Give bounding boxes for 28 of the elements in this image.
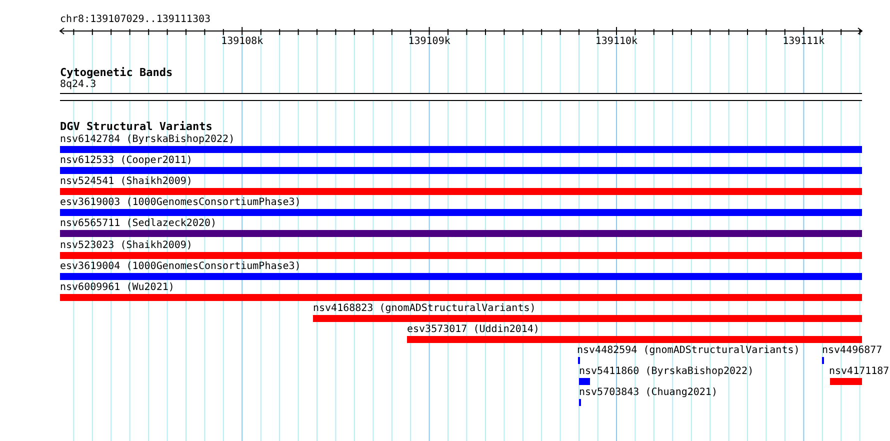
- variant-bar[interactable]: [579, 378, 590, 386]
- ruler-tick-label: 139110k: [595, 36, 638, 48]
- variant-label: nsv523023 (Shaikh2009): [60, 240, 192, 252]
- ruler-tick-label: 139108k: [221, 36, 264, 48]
- variant-label: nsv6142784 (ByrskaBishop2022): [60, 134, 235, 146]
- ruler-tick-label: 139111k: [782, 36, 825, 48]
- variant-bar[interactable]: [60, 230, 862, 238]
- variant-bar[interactable]: [60, 167, 862, 174]
- band-label: 8q24.3: [60, 79, 96, 91]
- variant-label: nsv4168823 (gnomADStructuralVariants): [313, 302, 536, 315]
- variant-bar[interactable]: [60, 272, 862, 280]
- variant-label: nsv6565711 (Sedlazeck2020): [60, 218, 217, 230]
- ruler-tick-label: 139109k: [408, 36, 450, 48]
- variant-label: esv3619003 (1000GenomesConsortiumPhase3): [60, 197, 301, 210]
- variant-label: nsv4496877: [822, 345, 882, 357]
- variant-label: nsv524541 (Shaikh2009): [60, 176, 192, 188]
- variant-label: esv3619004 (1000GenomesConsortiumPhase3): [60, 260, 301, 273]
- variant-label: nsv4482594 (gnomADStructuralVariants): [577, 345, 800, 357]
- variant-label: esv3573017 (Uddin2014): [407, 324, 540, 336]
- location-label: chr8:139107029..139111303: [60, 14, 211, 26]
- variant-label: nsv5703843 (Chuang2021): [579, 387, 718, 400]
- variant-label: nsv6009961 (Wu2021): [60, 282, 174, 294]
- variant-label: nsv5411860 (ByrskaBishop2022): [579, 366, 754, 378]
- variant-label: nsv612533 (Cooper2011): [60, 155, 192, 168]
- track-title: Cytogenetic Bands: [60, 67, 173, 79]
- track-title: DGV Structural Variants: [60, 121, 212, 133]
- variant-label: nsv4171187: [829, 366, 890, 378]
- variant-bar[interactable]: [60, 209, 862, 216]
